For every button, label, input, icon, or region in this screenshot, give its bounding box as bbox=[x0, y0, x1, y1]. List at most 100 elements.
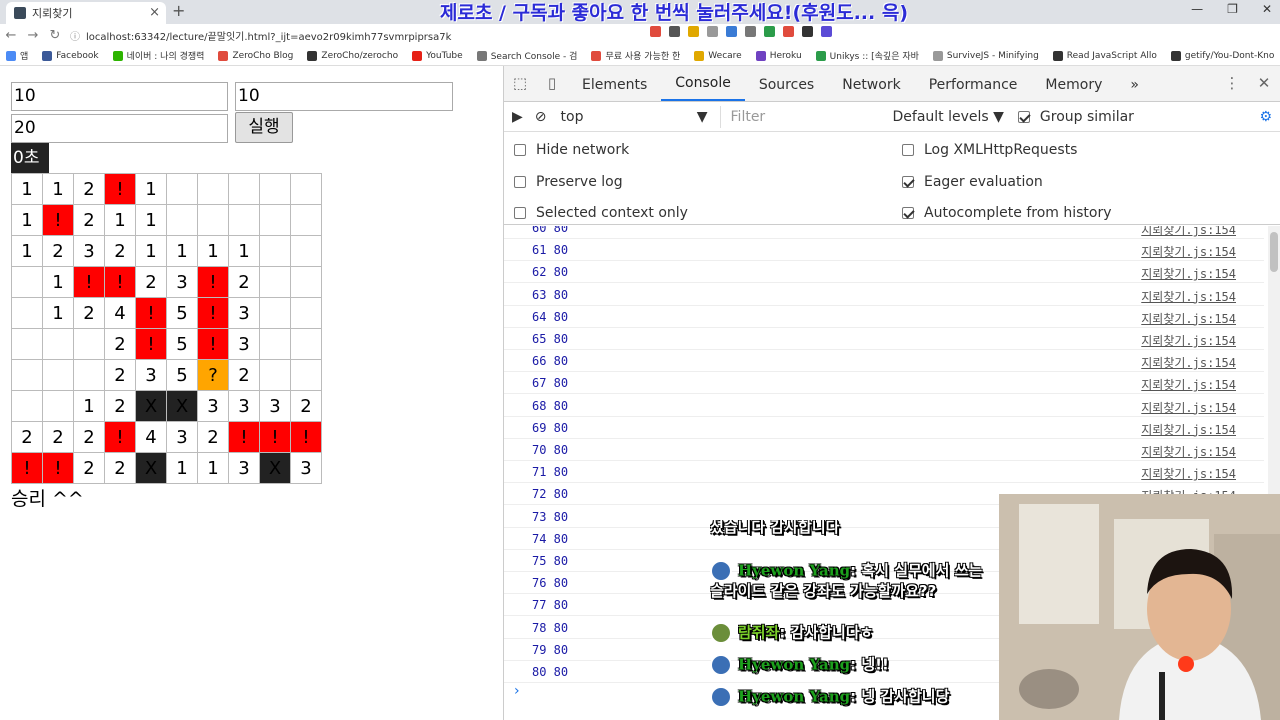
grid-cell[interactable]: 2 bbox=[104, 359, 136, 391]
clear-console-icon[interactable]: ⊘ bbox=[535, 109, 547, 125]
grid-cell[interactable]: 1 bbox=[197, 235, 229, 267]
grid-cell[interactable]: 1 bbox=[11, 173, 43, 205]
bookmark-item[interactable]: 앱 bbox=[6, 49, 28, 62]
log-source-link[interactable]: 지뢰찾기.js:154 bbox=[1141, 226, 1236, 238]
grid-cell[interactable]: 5 bbox=[166, 297, 198, 329]
grid-cell[interactable]: ! bbox=[104, 421, 136, 453]
grid-cell[interactable]: 2 bbox=[228, 266, 260, 298]
bookmark-item[interactable]: getify/You-Dont-Kno bbox=[1170, 50, 1274, 61]
grid-cell[interactable]: 2 bbox=[104, 235, 136, 267]
reload-icon[interactable]: ↻ bbox=[44, 28, 66, 43]
grid-cell[interactable]: 2 bbox=[73, 452, 105, 484]
grid-cell[interactable]: 1 bbox=[135, 173, 167, 205]
grid-cell[interactable]: 5 bbox=[166, 359, 198, 391]
gear-icon[interactable]: ⚙ bbox=[1259, 109, 1272, 125]
forward-icon[interactable]: → bbox=[22, 28, 44, 43]
grid-cell[interactable] bbox=[259, 328, 291, 360]
browser-tab[interactable]: 지뢰찾기 × bbox=[6, 2, 166, 24]
grid-cell[interactable]: 1 bbox=[42, 173, 74, 205]
grid-cell[interactable]: 3 bbox=[290, 452, 322, 484]
bookmark-item[interactable]: SurviveJS - Minifying bbox=[932, 50, 1039, 61]
log-source-link[interactable]: 지뢰찾기.js:154 bbox=[1141, 265, 1236, 282]
grid-cell[interactable] bbox=[290, 297, 322, 329]
bookmark-item[interactable]: ZeroCho Blog bbox=[218, 50, 293, 61]
grid-cell[interactable]: 1 bbox=[166, 452, 198, 484]
grid-cell[interactable] bbox=[197, 173, 229, 205]
bookmark-item[interactable]: Heroku bbox=[755, 50, 802, 61]
extension-icon[interactable] bbox=[669, 26, 680, 37]
grid-cell[interactable]: 1 bbox=[135, 235, 167, 267]
sidebar-icon[interactable]: ▶ bbox=[512, 109, 523, 125]
tab-console[interactable]: Console bbox=[661, 65, 745, 101]
setting-checkbox[interactable]: Selected context only bbox=[514, 205, 902, 224]
grid-cell[interactable]: 3 bbox=[166, 266, 198, 298]
grid-cell[interactable]: 3 bbox=[228, 390, 260, 422]
grid-cell[interactable] bbox=[11, 297, 43, 329]
grid-cell[interactable]: 2 bbox=[73, 173, 105, 205]
grid-cell[interactable]: ! bbox=[228, 421, 260, 453]
mines-input[interactable]: 20 bbox=[11, 114, 228, 143]
grid-cell[interactable]: 3 bbox=[228, 452, 260, 484]
grid-cell[interactable]: 2 bbox=[73, 204, 105, 236]
tab-close-icon[interactable]: × bbox=[149, 5, 160, 20]
setting-checkbox[interactable]: Log XMLHttpRequests bbox=[902, 142, 1280, 161]
grid-cell[interactable]: X bbox=[166, 390, 198, 422]
log-source-link[interactable]: 지뢰찾기.js:154 bbox=[1141, 465, 1236, 482]
tab-memory[interactable]: Memory bbox=[1031, 65, 1116, 101]
grid-cell[interactable] bbox=[259, 173, 291, 205]
run-button[interactable]: 실행 bbox=[235, 112, 293, 143]
extension-icon[interactable] bbox=[802, 26, 813, 37]
extension-icon[interactable] bbox=[821, 26, 832, 37]
minimize-button[interactable]: — bbox=[1191, 2, 1203, 16]
grid-cell[interactable]: ! bbox=[73, 266, 105, 298]
grid-cell[interactable]: 1 bbox=[197, 452, 229, 484]
grid-cell[interactable]: ! bbox=[135, 297, 167, 329]
more-tabs-icon[interactable]: » bbox=[1116, 65, 1153, 101]
grid-cell[interactable]: ! bbox=[42, 452, 74, 484]
group-similar-checkbox[interactable]: Group similar bbox=[1017, 109, 1134, 125]
grid-cell[interactable] bbox=[290, 235, 322, 267]
bookmark-item[interactable]: ZeroCho/zerocho bbox=[307, 50, 398, 61]
bookmark-item[interactable]: 무료 사용 가능한 한 bbox=[591, 49, 680, 62]
grid-cell[interactable] bbox=[259, 359, 291, 391]
grid-cell[interactable]: 2 bbox=[135, 266, 167, 298]
grid-cell[interactable] bbox=[290, 204, 322, 236]
extension-icon[interactable] bbox=[764, 26, 775, 37]
grid-cell[interactable]: ! bbox=[104, 173, 136, 205]
grid-cell[interactable]: 1 bbox=[11, 204, 43, 236]
grid-cell[interactable] bbox=[259, 297, 291, 329]
grid-cell[interactable] bbox=[73, 328, 105, 360]
log-source-link[interactable]: 지뢰찾기.js:154 bbox=[1141, 376, 1236, 393]
setting-checkbox[interactable]: Eager evaluation bbox=[902, 174, 1280, 193]
grid-cell[interactable]: 3 bbox=[228, 297, 260, 329]
grid-cell[interactable]: X bbox=[135, 452, 167, 484]
grid-cell[interactable] bbox=[166, 204, 198, 236]
maximize-button[interactable]: ❐ bbox=[1227, 2, 1238, 16]
address-bar[interactable]: ⓘ localhost:63342/lecture/끝말잇기.html?_ijt… bbox=[70, 26, 650, 44]
grid-cell[interactable] bbox=[228, 204, 260, 236]
grid-cell[interactable]: 2 bbox=[11, 421, 43, 453]
grid-cell[interactable]: 2 bbox=[104, 328, 136, 360]
bookmark-item[interactable]: Read JavaScript Allo bbox=[1052, 50, 1157, 61]
new-tab-button[interactable]: + bbox=[172, 1, 185, 20]
log-source-link[interactable]: 지뢰찾기.js:154 bbox=[1141, 399, 1236, 416]
grid-cell[interactable]: ! bbox=[11, 452, 43, 484]
grid-cell[interactable]: 1 bbox=[11, 235, 43, 267]
grid-cell[interactable] bbox=[259, 266, 291, 298]
rows-input[interactable]: 10 bbox=[11, 82, 228, 111]
grid-cell[interactable] bbox=[42, 390, 74, 422]
bookmark-item[interactable]: Search Console - 검 bbox=[476, 49, 577, 62]
levels-select[interactable]: Default levels ▼ bbox=[893, 109, 1004, 125]
grid-cell[interactable]: 3 bbox=[73, 235, 105, 267]
grid-cell[interactable]: ! bbox=[290, 421, 322, 453]
extension-icon[interactable] bbox=[688, 26, 699, 37]
grid-cell[interactable]: 2 bbox=[197, 421, 229, 453]
log-source-link[interactable]: 지뢰찾기.js:154 bbox=[1141, 443, 1236, 460]
grid-cell[interactable]: 2 bbox=[228, 359, 260, 391]
bookmark-item[interactable]: 네이버 : 나의 경쟁력 bbox=[112, 49, 204, 62]
grid-cell[interactable]: ! bbox=[197, 328, 229, 360]
grid-cell[interactable]: 5 bbox=[166, 328, 198, 360]
grid-cell[interactable]: ! bbox=[197, 266, 229, 298]
grid-cell[interactable]: ! bbox=[104, 266, 136, 298]
cols-input[interactable]: 10 bbox=[235, 82, 453, 111]
